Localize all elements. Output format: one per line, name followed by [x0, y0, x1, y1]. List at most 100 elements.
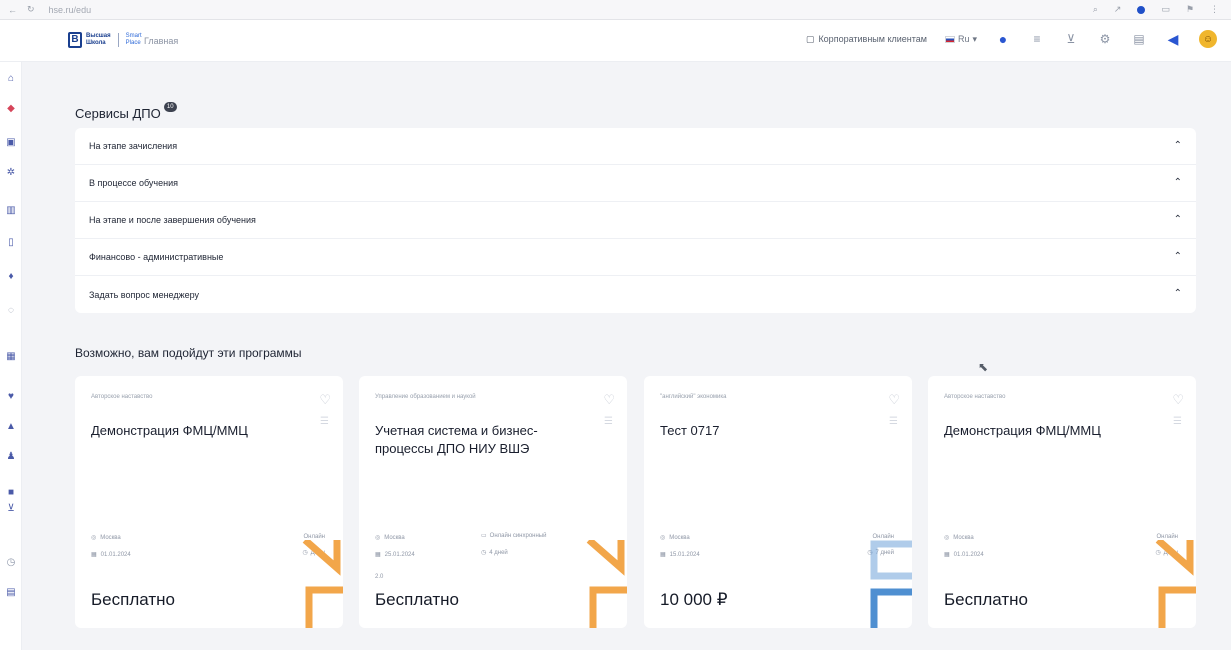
card-city-label: Москва — [384, 534, 405, 541]
back-icon[interactable]: ← — [8, 5, 17, 15]
breadcrumb-home[interactable]: Главная — [144, 36, 178, 46]
chat-icon[interactable]: ◌ — [3, 302, 19, 318]
announcement-icon[interactable]: ◀ — [1165, 31, 1181, 47]
cart-icon[interactable]: ⊻ — [1063, 31, 1079, 47]
accordion-item-learning[interactable]: В процессе обучения ⌃ — [75, 165, 1196, 202]
messages-icon[interactable]: ▤ — [1131, 31, 1147, 47]
menu-icon[interactable]: ⋮ — [1210, 4, 1219, 15]
heart-icon[interactable]: ♡ — [603, 392, 615, 408]
card-title[interactable]: Демонстрация ФМЦ/ММЦ — [91, 422, 281, 440]
heart-icon[interactable]: ♥ — [3, 388, 19, 404]
extension-icon[interactable]: ⚑ — [1186, 4, 1194, 15]
chevron-up-icon[interactable]: ⌃ — [1174, 177, 1182, 188]
corporate-clients-link[interactable]: ▢ Корпоративным клиентам — [806, 34, 927, 45]
compare-icon[interactable]: ☰ — [889, 416, 898, 427]
card-title[interactable]: Учетная система и бизнес-процессы ДПО НИ… — [375, 422, 565, 458]
card-title[interactable]: Тест 0717 — [660, 422, 850, 440]
chevron-up-icon[interactable]: ⌃ — [1174, 214, 1182, 225]
chevron-up-icon[interactable]: ⌃ — [1174, 140, 1182, 151]
logo-text-2: Школа — [86, 40, 106, 46]
list-icon[interactable]: ≡ — [1029, 31, 1045, 47]
notification-bell-icon[interactable]: ● — [995, 31, 1011, 47]
card-format-label: Онлайн синхронный — [489, 532, 547, 539]
flag-ru-icon — [944, 35, 955, 43]
accordion-item-finance[interactable]: Финансово - административные ⌃ — [75, 239, 1196, 276]
people-icon[interactable]: ♟ — [3, 448, 19, 464]
zoom-icon[interactable]: ⌕ — [1093, 4, 1098, 15]
accordion-item-ask-manager[interactable]: Задать вопрос менеджеру ⌃ — [75, 276, 1196, 313]
monitor-icon: ▭ — [481, 533, 487, 539]
program-card[interactable]: Управление образованием и наукой ♡ ☰ Уче… — [359, 376, 627, 628]
program-card[interactable]: Авторское наставство ♡ ☰ Демонстрация ФМ… — [75, 376, 343, 628]
heart-icon[interactable]: ♡ — [888, 392, 900, 408]
chevron-up-icon[interactable]: ⌃ — [1174, 288, 1182, 299]
logo-text-4: Place — [125, 40, 141, 46]
like-icon[interactable]: ▲ — [3, 418, 19, 434]
location-icon: ◎ — [660, 535, 666, 541]
card-date: ▦ 25.01.2024 — [375, 551, 415, 559]
briefcase-icon[interactable]: ■ — [3, 484, 19, 500]
tabs-icon[interactable]: ▭ — [1161, 4, 1170, 15]
archive-icon[interactable]: ▤ — [3, 584, 19, 600]
card-duration-label: 4 дней — [489, 549, 508, 556]
card-date: ▦ 15.01.2024 — [660, 551, 700, 559]
heart-icon[interactable]: ♡ — [1172, 392, 1184, 408]
accordion-item-label: В процессе обучения — [89, 178, 178, 188]
heart-icon[interactable]: ♡ — [319, 392, 331, 408]
calendar-icon: ▦ — [91, 552, 97, 558]
program-card[interactable]: "английский" экономика ♡ ☰ Тест 0717 ◎ Мо… — [644, 376, 912, 628]
share-icon[interactable]: ↗ — [1114, 4, 1122, 15]
card-title[interactable]: Демонстрация ФМЦ/ММЦ — [944, 422, 1134, 440]
language-label: Ru — [957, 34, 970, 44]
deco-shape-top — [1155, 540, 1194, 576]
logo[interactable]: В Высшая Школа Smart Place — [68, 32, 142, 48]
home-icon[interactable]: ⌂ — [3, 70, 19, 86]
card-category: Авторское наставство — [944, 394, 1006, 400]
card-decoration — [586, 540, 627, 628]
cart-icon[interactable]: ⊻ — [3, 500, 19, 516]
services-count-badge: 10 — [163, 101, 177, 112]
language-selector[interactable]: Ru ▾ — [944, 34, 977, 45]
card-category: "английский" экономика — [660, 394, 727, 400]
card-decoration — [870, 540, 912, 628]
compare-icon[interactable]: ☰ — [604, 416, 613, 427]
card-category: Управление образованием и наукой — [375, 394, 476, 400]
card-decoration — [1155, 540, 1196, 628]
building-icon[interactable]: ▦ — [3, 348, 19, 364]
logo-mark-icon: В — [68, 32, 82, 48]
chevron-up-icon[interactable]: ⌃ — [1174, 251, 1182, 262]
program-card[interactable]: Авторское наставство ♡ ☰ Демонстрация ФМ… — [928, 376, 1196, 628]
accordion-item-enrollment[interactable]: На этапе зачисления ⌃ — [75, 128, 1196, 165]
bag-icon[interactable]: ▣ — [3, 134, 19, 150]
corporate-clients-label: Корпоративным клиентам — [818, 34, 927, 44]
profile-icon[interactable] — [1137, 5, 1146, 14]
accordion-item-completion[interactable]: На этапе и после завершения обучения ⌃ — [75, 202, 1196, 239]
settings-icon[interactable]: ⚙ — [1097, 31, 1113, 47]
card-date-label: 01.01.2024 — [100, 551, 131, 558]
card-category: Авторское наставство — [91, 394, 153, 400]
document-icon[interactable]: ▯ — [3, 234, 19, 250]
deco-shape-bottom — [870, 588, 912, 628]
bookmark-icon[interactable]: ◆ — [3, 100, 19, 116]
address-bar[interactable]: hse.ru/edu — [49, 5, 92, 15]
card-city-label: Москва — [669, 534, 690, 541]
card-level: 2.0 — [375, 574, 384, 580]
compare-icon[interactable]: ☰ — [320, 416, 329, 427]
reload-icon[interactable]: ↻ — [27, 4, 35, 15]
chart-icon[interactable]: ▥ — [3, 202, 19, 218]
accordion-item-label: Финансово - административные — [89, 252, 224, 262]
deco-shape-top — [586, 540, 625, 576]
card-city-label: Москва — [100, 534, 121, 541]
services-title-text: Сервисы ДПО — [75, 106, 161, 121]
pin-icon[interactable]: ♦ — [3, 268, 19, 284]
location-icon: ◎ — [91, 535, 97, 541]
compare-icon[interactable]: ☰ — [1173, 416, 1182, 427]
logo-text-3: Smart — [125, 33, 142, 39]
clock-icon[interactable]: ◷ — [3, 554, 19, 570]
card-price: Бесплатно — [944, 590, 1028, 609]
left-sidebar: ⌂ ◆ ▣ ✲ ▥ ▯ ♦ ◌ ▦ ♥ ▲ ♟ ■ ⊻ ◷ ▤ — [0, 62, 22, 650]
card-price: 10 000 ₽ — [660, 590, 728, 609]
avatar[interactable]: ☺ — [1199, 30, 1217, 48]
deco-shape-bottom — [589, 586, 627, 628]
gear-icon[interactable]: ✲ — [3, 164, 19, 180]
